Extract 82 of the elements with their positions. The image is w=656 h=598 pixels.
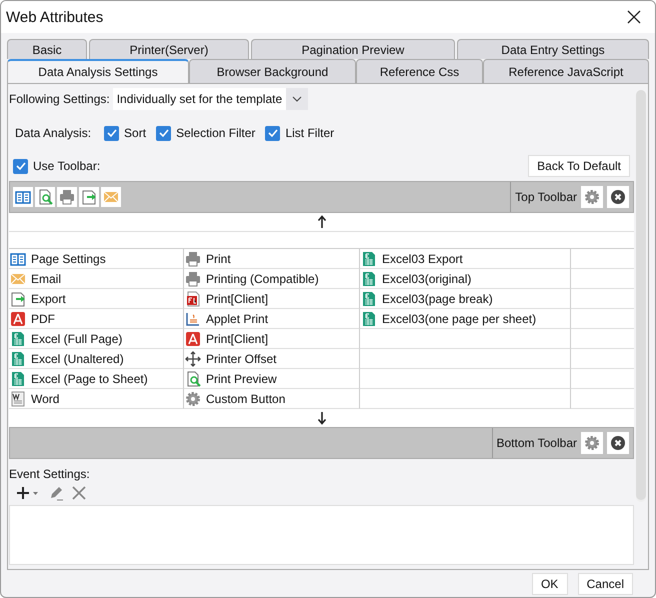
- envelope-icon: [103, 189, 119, 205]
- gear-icon: [185, 390, 201, 406]
- back-to-default-button[interactable]: Back To Default: [528, 155, 630, 177]
- toolbar-option[interactable]: PDF: [9, 309, 184, 329]
- toolbar-option[interactable]: Print Preview: [184, 369, 360, 389]
- checkmark-icon: [266, 127, 279, 139]
- tab[interactable]: Basic: [7, 39, 87, 59]
- dialog-button[interactable]: OK: [532, 572, 568, 594]
- toolbar-option[interactable]: Excel03(page break): [360, 289, 571, 309]
- checkbox-label: Sort: [124, 126, 146, 140]
- tab[interactable]: Data Analysis Settings: [7, 59, 189, 83]
- toolbar-label: Top Toolbar: [515, 190, 577, 204]
- tab[interactable]: Data Entry Settings: [457, 39, 649, 59]
- close-icon: [610, 435, 626, 451]
- checkbox-label: Selection Filter: [176, 126, 256, 140]
- toolbar-label: Bottom Toolbar: [496, 436, 577, 450]
- move-arrows-icon: [185, 350, 201, 366]
- close-icon: [610, 189, 626, 205]
- checkbox-label: Use Toolbar:: [33, 159, 100, 173]
- tab[interactable]: Browser Background: [189, 59, 356, 83]
- checkmark-icon: [158, 127, 170, 139]
- toolbar-button[interactable]: [57, 187, 77, 207]
- add-button[interactable]: [16, 486, 40, 500]
- checkbox[interactable]: [13, 158, 28, 174]
- printer-icon: [185, 250, 201, 266]
- tab[interactable]: Printer(Server): [89, 39, 249, 59]
- close-icon[interactable]: [627, 10, 641, 24]
- toolbar-button[interactable]: [13, 187, 33, 207]
- tab[interactable]: Reference Css: [356, 59, 483, 83]
- toolbar-option[interactable]: Excel03(original): [360, 269, 571, 289]
- toolbar-option[interactable]: Email: [9, 269, 184, 289]
- checkmark-icon: [14, 160, 26, 172]
- up-arrow-icon[interactable]: [316, 215, 326, 229]
- field-label: Following Settings:: [9, 92, 110, 106]
- toolbar-option[interactable]: Export: [9, 289, 184, 309]
- toolbar-option[interactable]: Print: [184, 249, 360, 269]
- toolbar-option[interactable]: Excel (Unaltered): [9, 349, 184, 369]
- edit-button[interactable]: [48, 485, 64, 501]
- checkbox[interactable]: [104, 126, 120, 140]
- toolbar-button[interactable]: [79, 187, 99, 207]
- spreadsheet-icon: [361, 250, 377, 266]
- remove-button[interactable]: [607, 432, 629, 454]
- dropdown[interactable]: Individually set for the template: [112, 88, 308, 110]
- printer-icon: [185, 270, 201, 286]
- spreadsheet-icon: [361, 290, 377, 306]
- field-label: Data Analysis:: [15, 126, 92, 140]
- window-title: Web Attributes: [6, 8, 104, 26]
- dialog-button[interactable]: Cancel: [578, 572, 633, 594]
- checkbox-label: List Filter: [285, 126, 334, 140]
- printer-icon: [59, 189, 75, 205]
- page-magnifier-icon: [37, 189, 53, 205]
- applet-icon: [185, 310, 201, 326]
- toolbar-option[interactable]: Print[Client]: [184, 329, 360, 349]
- checkbox[interactable]: [265, 126, 280, 140]
- toolbar-option[interactable]: Excel (Page to Sheet): [9, 369, 184, 389]
- toolbar-option[interactable]: Print[Client]: [184, 289, 360, 309]
- checkmark-icon: [106, 127, 118, 139]
- tab[interactable]: Pagination Preview: [251, 39, 455, 59]
- remove-button[interactable]: [607, 186, 629, 208]
- toolbar-option[interactable]: Excel03 Export: [360, 249, 571, 269]
- toolbar-option[interactable]: Printing (Compatible): [184, 269, 360, 289]
- toolbar-option[interactable]: Applet Print: [184, 309, 360, 329]
- tab[interactable]: Reference JavaScript: [483, 59, 649, 83]
- document-icon: [10, 390, 26, 406]
- toolbar-option[interactable]: Excel03(one page per sheet): [360, 309, 571, 329]
- toolbar-option[interactable]: Excel (Full Page): [9, 329, 184, 349]
- pdf-icon: [185, 330, 201, 346]
- export-icon: [81, 189, 97, 205]
- delete-button[interactable]: [72, 486, 86, 500]
- spreadsheet-icon: [361, 310, 377, 326]
- toolbar-button[interactable]: [35, 187, 55, 207]
- toolbar-option[interactable]: Printer Offset: [184, 349, 360, 369]
- flash-icon: [185, 290, 201, 306]
- page-magnifier-icon: [185, 370, 201, 386]
- gear-icon: [584, 189, 600, 205]
- gear-icon: [584, 435, 600, 451]
- book-icon: [15, 189, 31, 205]
- down-arrow-icon[interactable]: [316, 411, 326, 425]
- checkbox[interactable]: [156, 126, 172, 140]
- section-label: Event Settings:: [9, 467, 91, 481]
- spreadsheet-icon: [361, 270, 377, 286]
- toolbar-option[interactable]: Page Settings: [9, 249, 184, 269]
